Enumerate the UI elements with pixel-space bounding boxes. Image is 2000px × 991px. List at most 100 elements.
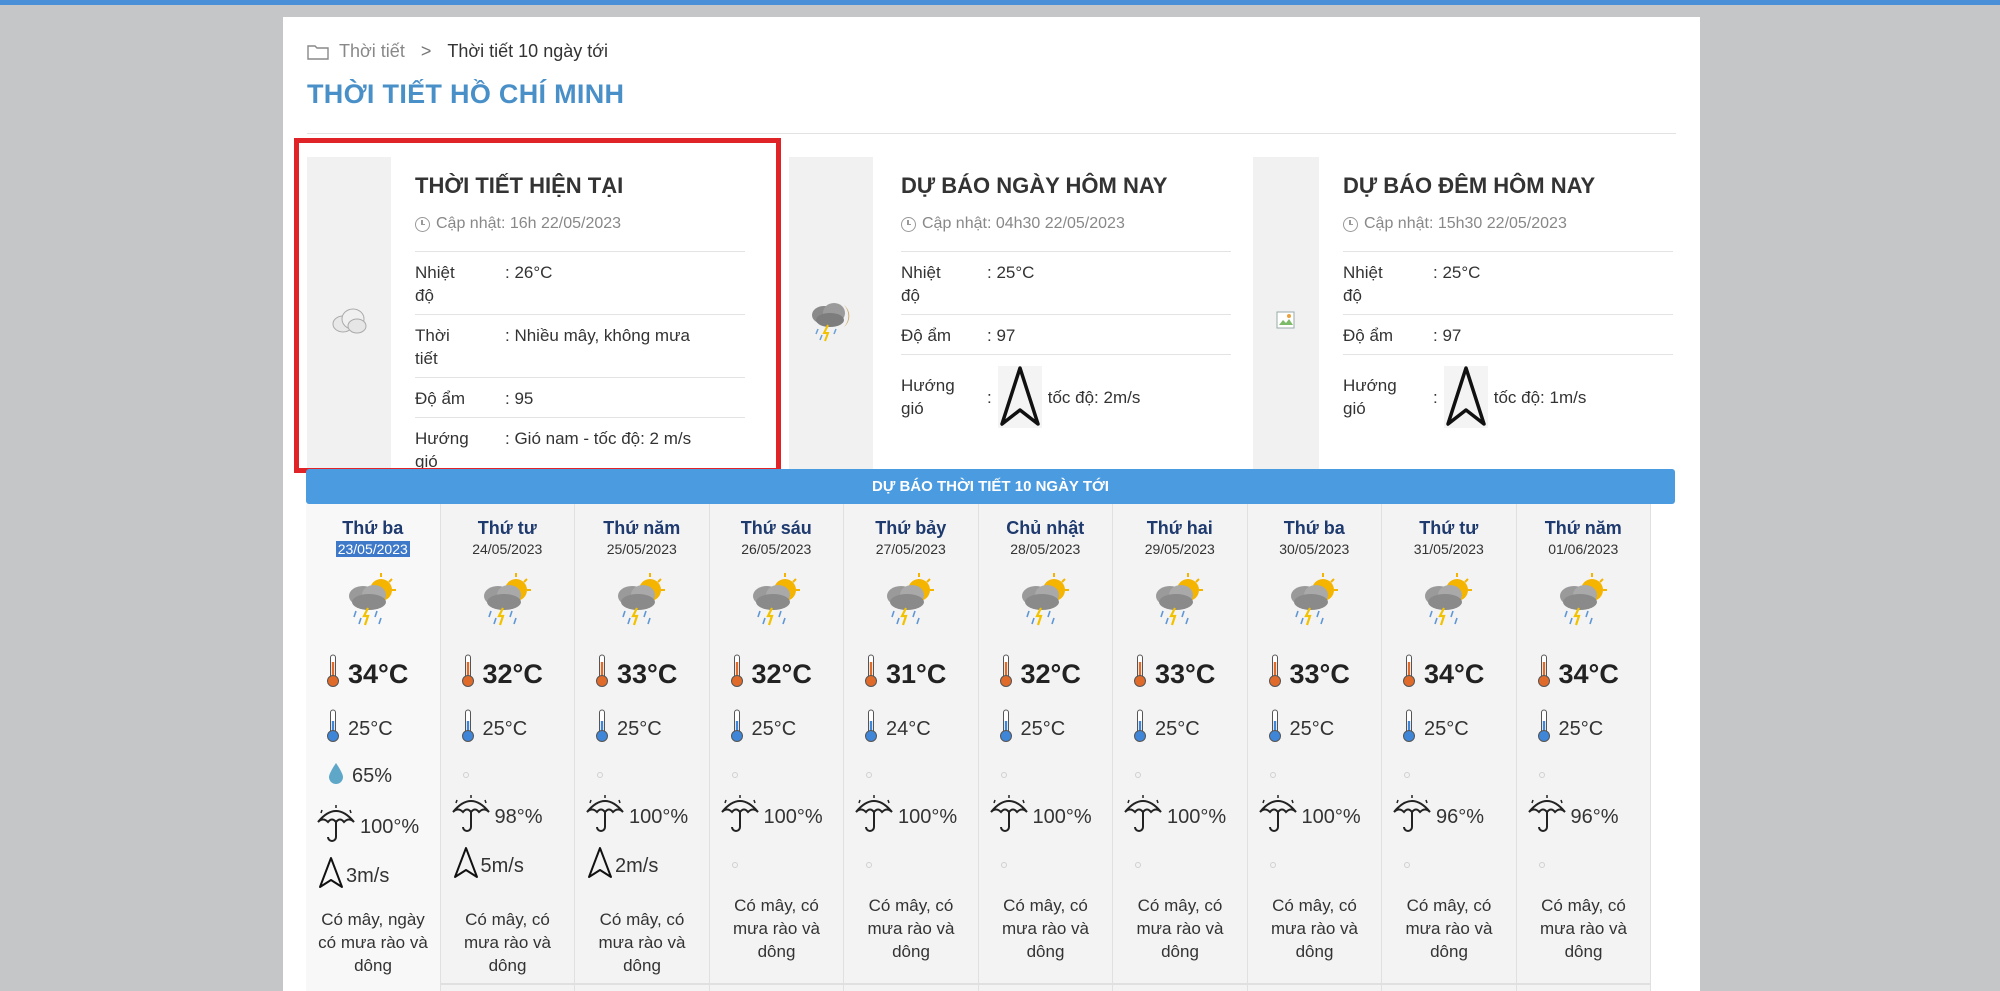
info-row-humidity: Độ ẩm : 97 — [901, 314, 1231, 354]
wind-placeholder-icon — [1404, 862, 1410, 868]
rain-chance: 100°% — [585, 794, 688, 840]
humidity-placeholder-icon — [597, 772, 603, 778]
breadcrumb-link-weather[interactable]: Thời tiết — [339, 41, 405, 62]
wind-placeholder-icon — [1269, 862, 1276, 868]
rain-chance-value: 100°% — [1167, 805, 1227, 828]
thunderstorm-icon — [745, 570, 805, 633]
forecast-day-column: Thứ ba 23/05/2023 34°C 25°C 65% 100°% 3m/s Có m… — [306, 504, 441, 991]
wind-speed: tốc độ: 2m/s — [1047, 387, 1141, 407]
forecast-day-column: Thứ hai 29/05/2023 33°C 25°C 100°% Có mây, có… — [1113, 504, 1248, 991]
rain-chance-value: 100°% — [1032, 805, 1092, 828]
thunderstorm-icon — [341, 570, 401, 633]
wind-speed-value: 3m/s — [346, 864, 390, 887]
top-accent-bar — [0, 0, 2000, 5]
high-temp-value: 31°C — [886, 659, 947, 689]
info-row-humidity: Độ ẩm : 97 — [1343, 314, 1673, 354]
low-temperature: 25°C — [999, 709, 1065, 749]
clock-icon — [901, 216, 916, 232]
high-temperature: 32°C — [730, 654, 812, 695]
update-text: Cập nhật: 04h30 22/05/2023 — [922, 215, 1125, 232]
thermometer-cold-icon — [999, 709, 1013, 749]
low-temp-value: 25°C — [1558, 717, 1604, 740]
humidity-placeholder-icon — [1404, 772, 1410, 778]
rain-chance-value: 100°% — [763, 805, 823, 828]
wind-speed: 3m/s — [318, 856, 389, 896]
highlight-box — [294, 138, 781, 473]
wind-speed: 5m/s — [453, 846, 524, 886]
high-temperature: 32°C — [999, 654, 1081, 695]
thunderstorm-icon — [1014, 570, 1074, 633]
thermometer-hot-icon — [1268, 654, 1282, 695]
update-time: Cập nhật: 04h30 22/05/2023 — [901, 215, 1231, 233]
rain-chance: 100°% — [854, 794, 957, 840]
thermometer-hot-icon — [1133, 654, 1147, 695]
wind-placeholder-icon — [1000, 862, 1007, 868]
umbrella-icon — [451, 794, 491, 840]
breadcrumb-separator: > — [420, 41, 432, 61]
info-row-wind: Hướng gió : tốc độ: 1m/s — [1343, 354, 1673, 437]
low-temperature: 25°C — [461, 709, 527, 749]
day-name: Thứ tư — [1419, 518, 1479, 538]
day-name: Thứ năm — [1544, 518, 1622, 538]
umbrella-icon — [1527, 794, 1567, 840]
breadcrumb-current: Thời tiết 10 ngày tới — [447, 41, 609, 61]
high-temp-value: 32°C — [751, 659, 812, 689]
rain-chance: 100°% — [720, 794, 823, 840]
weather-description: Có mây, có mưa rào và dông — [1405, 896, 1493, 961]
wind-placeholder-icon — [1135, 862, 1141, 868]
wind-speed: tốc độ: 1m/s — [1493, 387, 1587, 407]
weather-description: Có mây, có mưa rào và dông — [733, 896, 820, 961]
high-temperature: 31°C — [864, 654, 946, 695]
divider — [440, 983, 1651, 985]
high-temp-value: 32°C — [482, 659, 543, 689]
rain-chance-value: 100°% — [360, 815, 420, 838]
wind-direction-arrow-icon — [453, 846, 479, 886]
thermometer-hot-icon — [461, 654, 475, 695]
thermometer-cold-icon — [1133, 709, 1147, 749]
thunderstorm-icon — [1417, 570, 1477, 633]
umbrella-icon — [1392, 794, 1432, 840]
low-temp-value: 25°C — [1424, 717, 1469, 740]
low-temp-value: 25°C — [1289, 717, 1335, 740]
water-drop-icon — [328, 762, 344, 790]
umbrella-icon — [585, 794, 625, 840]
forecast-day-column: Thứ sáu 26/05/2023 32°C 25°C 100°% Có mây, có… — [709, 504, 844, 991]
thunderstorm-icon — [1148, 570, 1208, 633]
card-title: DỰ BÁO ĐÊM HÔM NAY — [1343, 173, 1596, 198]
umbrella-icon — [316, 804, 356, 850]
humidity-placeholder-icon — [731, 772, 738, 778]
clock-icon — [1343, 216, 1358, 232]
label-temperature: Nhiệt độ — [901, 263, 941, 305]
high-temp-value: 34°C — [1424, 659, 1485, 689]
info-row-temperature: Nhiệt độ : 25°C — [1343, 251, 1673, 314]
day-name: Thứ ba — [1283, 518, 1345, 538]
value-temperature: : 25°C — [987, 263, 1035, 282]
day-name: Thứ bảy — [875, 518, 947, 538]
thunderstorm-icon — [610, 570, 670, 633]
thunderstorm-icon — [1283, 570, 1343, 633]
low-temperature: 25°C — [1537, 709, 1604, 749]
thermometer-cold-icon — [326, 709, 340, 749]
value-humidity: : 97 — [987, 326, 1016, 345]
day-date: 27/05/2023 — [875, 541, 946, 557]
ten-day-forecast-header: DỰ BÁO THỜI TIẾT 10 NGÀY TỚI — [306, 469, 1675, 504]
wind-speed: 2m/s — [587, 846, 658, 886]
rain-chance-value: 96°% — [1570, 805, 1619, 828]
forecast-day-column: Thứ năm 25/05/2023 33°C 25°C 100°% 2m/s Có mây… — [575, 504, 710, 991]
day-name: Chủ nhật — [1006, 518, 1085, 538]
umbrella-icon — [854, 794, 894, 840]
ten-day-forecast-list: Thứ ba 23/05/2023 34°C 25°C 65% 100°% 3m/s Có m… — [306, 504, 1651, 991]
value-wind: : tốc độ: 1m/s — [1433, 364, 1673, 430]
thermometer-cold-icon — [1537, 709, 1551, 749]
breadcrumb: Thời tiết > Thời tiết 10 ngày tới — [307, 41, 608, 62]
broken-image-icon — [1276, 311, 1295, 329]
humidity: 65% — [328, 762, 392, 790]
weather-description: Có mây, ngày có mưa rào và dông — [318, 910, 428, 975]
wind-direction-arrow-icon — [1443, 366, 1488, 428]
day-date: 01/06/2023 — [1548, 541, 1619, 557]
rain-chance: 100°% — [1258, 794, 1361, 840]
high-temperature: 34°C — [326, 654, 408, 695]
day-date[interactable]: 23/05/2023 — [335, 541, 410, 557]
divider — [307, 133, 1676, 134]
thermometer-hot-icon — [999, 654, 1013, 695]
